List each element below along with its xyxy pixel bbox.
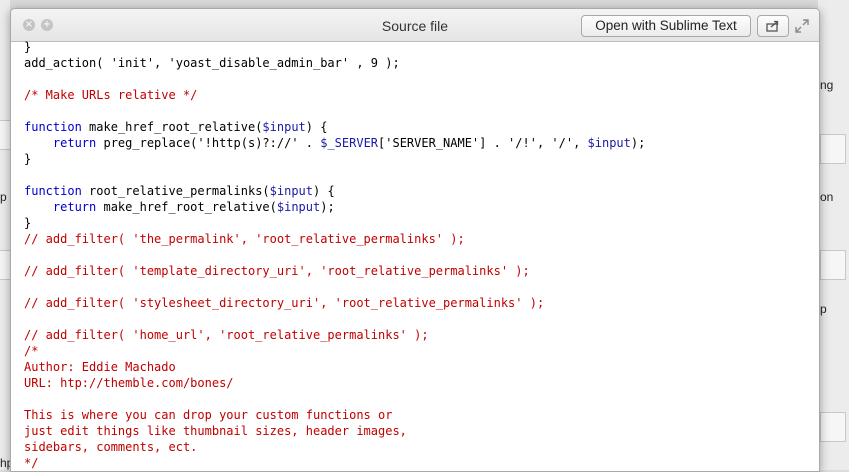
code-line: function root_relative_permalinks($input… <box>24 183 814 199</box>
code-line: } <box>24 39 814 55</box>
background-right-strip <box>818 0 849 470</box>
code-comment: */ <box>24 456 39 470</box>
code-line: Author: Eddie Machado <box>24 359 814 375</box>
background-file-thumbnail <box>820 250 846 280</box>
code-line: // add_filter( 'stylesheet_directory_uri… <box>24 295 814 311</box>
code-text: ) { <box>305 120 328 134</box>
code-text: } <box>24 152 32 166</box>
code-keyword: function <box>24 120 82 134</box>
code-comment: /* Make URLs relative */ <box>24 88 198 102</box>
code-comment: Author: Eddie Machado <box>24 360 176 374</box>
code-line: URL: htp://themble.com/bones/ <box>24 375 814 391</box>
code-line: // add_filter( 'the_permalink', 'root_re… <box>24 231 814 247</box>
background-label: ng <box>820 78 834 92</box>
code-variable: $_SERVER <box>320 136 379 150</box>
background-file-thumbnail <box>820 134 846 164</box>
code-text: add_action( 'init', 'yoast_disable_admin… <box>24 56 400 70</box>
code-comment: // add_filter( 'the_permalink', 'root_re… <box>24 232 465 246</box>
code-line: } <box>24 151 814 167</box>
code-line: return make_href_root_relative($input); <box>24 199 814 215</box>
code-line: } <box>24 215 814 231</box>
share-icon <box>766 20 779 32</box>
code-text: make_href_root_relative( <box>96 200 277 214</box>
open-with-sublime-button[interactable]: Open with Sublime Text <box>581 15 751 37</box>
code-text: } <box>24 40 32 54</box>
code-keyword: function <box>24 184 82 198</box>
code-variable: $input <box>269 184 313 198</box>
code-line: function make_href_root_relative($input)… <box>24 119 814 135</box>
background-label: p <box>820 302 827 316</box>
code-comment: // add_filter( 'home_url', 'root_relativ… <box>24 328 429 342</box>
code-text: make_href_root_relative( <box>81 120 263 134</box>
quicklook-window: × + Source file Open with Sublime Text }… <box>10 8 820 472</box>
code-text: ); <box>320 200 335 214</box>
background-label: on <box>820 190 834 204</box>
code-keyword: return <box>24 200 97 214</box>
code-line: /* Make URLs relative */ <box>24 87 814 103</box>
code-text: } <box>24 216 32 230</box>
code-line: /* <box>24 343 814 359</box>
expand-icon[interactable] <box>795 19 809 33</box>
code-comment: // add_filter( 'stylesheet_directory_uri… <box>24 296 545 310</box>
code-comment: just edit things like thumbnail sizes, h… <box>24 424 407 438</box>
code-line: sidebars, comments, ect. <box>24 439 814 455</box>
code-comment: sidebars, comments, ect. <box>24 440 198 454</box>
code-line: return preg_replace('!http(s)?://' . $_S… <box>24 135 814 151</box>
title-bar: × + Source file Open with Sublime Text <box>11 9 819 42</box>
code-comment: // add_filter( 'template_directory_uri',… <box>24 264 530 278</box>
code-line: */ <box>24 455 814 471</box>
share-button[interactable] <box>757 15 789 37</box>
code-line: // add_filter( 'template_directory_uri',… <box>24 263 814 279</box>
code-variable: $input <box>262 120 306 134</box>
code-keyword: return <box>24 136 97 150</box>
code-comment: /* <box>24 344 39 358</box>
background-label: p <box>0 190 7 204</box>
background-file-thumbnail <box>820 412 846 442</box>
code-text: root_relative_permalinks( <box>81 184 270 198</box>
background-left-strip <box>0 0 10 470</box>
code-text: ); <box>630 136 646 150</box>
code-comment: This is where you can drop your custom f… <box>24 408 393 422</box>
code-text: ) { <box>313 184 335 198</box>
code-line: just edit things like thumbnail sizes, h… <box>24 423 814 439</box>
code-variable: $input <box>587 136 631 150</box>
code-text: preg_replace('!http(s)?://' . <box>96 136 321 150</box>
code-comment: URL: htp://themble.com/bones/ <box>24 376 234 390</box>
code-variable: $input <box>276 200 321 214</box>
code-line: add_action( 'init', 'yoast_disable_admin… <box>24 55 814 71</box>
code-line: This is where you can drop your custom f… <box>24 407 814 423</box>
code-text: ['SERVER_NAME'] . '/!', '/', <box>378 136 588 150</box>
source-code-view[interactable]: } add_action( 'init', 'yoast_disable_admi… <box>24 39 814 471</box>
code-line: // add_filter( 'home_url', 'root_relativ… <box>24 327 814 343</box>
